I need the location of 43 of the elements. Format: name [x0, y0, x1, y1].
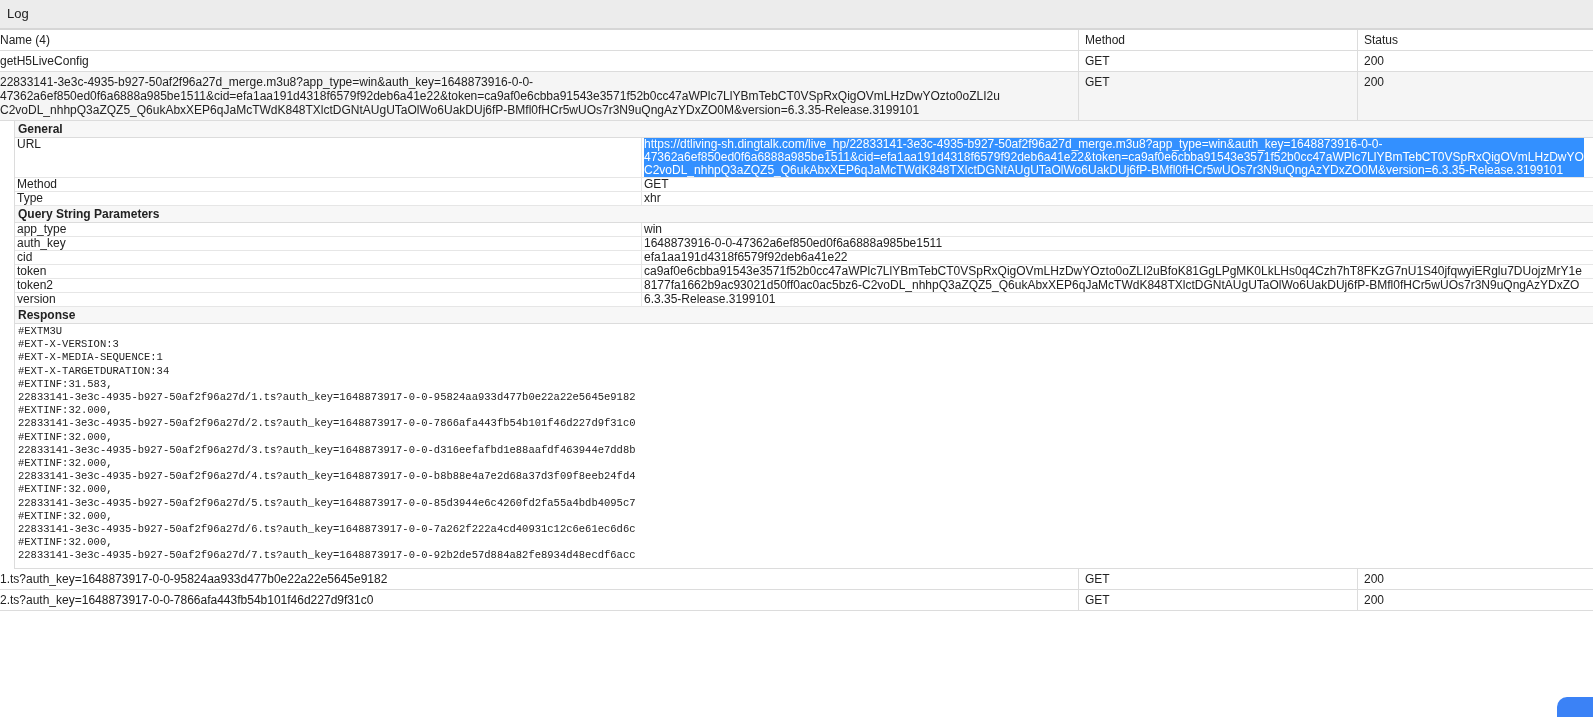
response-body: #EXTM3U #EXT-X-VERSION:3 #EXT-X-MEDIA-SEQUENCE:1 #EXT-X-TARGETDURATION:34 #EXTINF:31.583, 22833141-3e3c-4935-b927-50af2f96a27d/1.ts?auth_key=1648873917-0-0-95824aa933d477b0e22a22e5645e9182 #EXTINF:32.000, 22833141-3e3c-4935-b927-50af2f96a27d/2.ts?auth_key=1648873917-0-0-7866afa443fb54b101f46d227d9f31c0 #EXTINF:32.000, 22833141-3e3c-4935-b927-50af2f96a27d/3.ts?auth_key=1648873917-0-0-d316eefafbd1e88aafdf463944e7dd8b #EXTINF:32.000, 22833141-3e3c-4935-b927-50af2f96a27d/4.ts?auth_key=1648873917-0-0-b8b88e4a7e2d68a37d3f09f8eeb24fd4 #EXTINF:32.000, 22833141-3e3c-4935-b927-50af2f96a27d/5.ts?auth_key=1648873917-0-0-85d3944e6c4260fd2fa55a4bdb4095c7 #EXTINF:32.000, 22833141-3e3c-4935-b927-50af2f96a27d/6.ts?auth_key=1648873917-0-0-7a262f222a4cd40931c12c6e61ec6d6c #EXTINF:32.000, 22833141-3e3c-4935-b927-50af2f96a27d/7.ts?auth_key=1648873917-0-0-92b2de57d884a82fe8934d48ecdf6acc	[15, 324, 1593, 569]
status-code: 200	[1364, 572, 1385, 586]
status-code: 200	[1364, 54, 1385, 68]
request-method: GET	[1085, 75, 1110, 89]
field-value: 8177fa1662b9ac93021d50ff0ac0ac5bz6-C2voDL_nhhpQ3aZQZ5_Q6ukAbxXEP6qJaMcTWdK848TXlctDGNtAUgUTaOlWo6UakDUj6fP-BMfl0fHCr5wUOs7r3N9uQngAzYDxZO	[644, 279, 1580, 292]
field-label: Type	[16, 192, 44, 205]
request-name: 22833141-3e3c-4935-b927-50af2f96a27d_merge.m3u8?app_type=win&auth_key=1648873916-0-0-	[0, 75, 535, 89]
status-code: 200	[1364, 593, 1385, 607]
field-label: app_type	[16, 223, 68, 236]
floating-button[interactable]	[1557, 697, 1593, 717]
field-value: efa1aa191d4318f6579f92deb6a41e22	[644, 251, 848, 264]
panel-title: Log	[7, 5, 29, 24]
field-label: URL	[16, 138, 42, 153]
request-name: 1.ts?auth_key=1648873917-0-0-95824aa933d477b0e22a22e5645e9182	[0, 572, 389, 586]
request-method: GET	[1085, 54, 1110, 68]
request-name: C2voDL_nhhpQ3aZQZ5_Q6ukAbxXEP6qJaMcTWdK848TXlctDGNtAUgUTaOlWo6UakDUj6fP-BMfl0fHCr5wUOs7r3N9uQngAzYDxZO0M&version=6.3.35-Release.3199101	[0, 103, 921, 117]
field-label: Method	[16, 178, 59, 191]
section-heading: General	[15, 121, 1593, 138]
field-label: auth_key	[16, 237, 67, 250]
table-row[interactable]: 1.ts?auth_key=1648873917-0-0-95824aa933d477b0e22a22e5645e9182 GET 200	[0, 569, 1593, 590]
field-value: https://dtliving-sh.dingtalk.com/live_hp/22833141-3e3c-4935-b927-50af2f96a27d_merge.m3u8?app_type=win&auth_key=1648873916-0-0- 47362a6ef850ed0f6a6888a985be1511&cid=efa1aa191d4318f6579f92deb6a41e22&token=ca9af0e6cbba91543e3571f52b0cc47aWPlc7LlYBmTebCT0VSpRxQigOVmLHzDwYO C2voDL_nhhpQ3aZQZ5_Q6ukAbxXEP6qJaMcTWdK848TXlctDGNtAUgUTaOlWo6UakDUj6fP-BMfl0fHCr5wUOs7r3N9uQngAzYDxZO0M&version=6.3.35-Release.3199101	[644, 138, 1584, 177]
request-name: 47362a6ef850ed0f6a6888a985be1511&cid=efa1aa191d4318f6579f92deb6a41e22&token=ca9af0e6cbba91543e3571f52b0cc47aWPlc7LlYBmTebCT0VSpRxQigOVmLHzDwYOzto0oZLI2u	[0, 89, 1001, 103]
field-label: token	[16, 265, 48, 278]
field-value: win	[644, 223, 662, 236]
section-heading: Response	[15, 307, 1593, 324]
request-name: 2.ts?auth_key=1648873917-0-0-7866afa443fb54b101f46d227d9f31c0	[0, 593, 375, 607]
request-method: GET	[1085, 572, 1110, 586]
field-value: xhr	[644, 192, 661, 205]
section-heading: Query String Parameters	[15, 206, 1593, 223]
field-value: GET	[644, 178, 669, 191]
column-header[interactable]: Name (4)	[0, 30, 1078, 50]
table-row[interactable]: 2.ts?auth_key=1648873917-0-0-7866afa443fb54b101f46d227d9f31c0 GET 200	[0, 590, 1593, 611]
field-label: version	[16, 293, 57, 306]
status-code: 200	[1364, 75, 1385, 89]
field-value: 6.3.35-Release.3199101	[644, 293, 776, 306]
field-value: 1648873916-0-0-47362a6ef850ed0f6a6888a985be1511	[644, 237, 943, 250]
request-name: getH5LiveConfig	[0, 54, 90, 68]
column-header[interactable]: Method	[1078, 30, 1357, 50]
field-value: ca9af0e6cbba91543e3571f52b0cc47aWPlc7LlYBmTebCT0VSpRxQigOVmLHzDwYOzto0oZLI2uBfoK81GgLPgMK0LkLHs0q4Czh7hT8FKzG7nU1S40jfqwyiERglu7DUojzMrY1e	[644, 265, 1582, 278]
field-label: token2	[16, 279, 55, 292]
request-method: GET	[1085, 593, 1110, 607]
column-header[interactable]: Status	[1357, 30, 1593, 50]
field-label: cid	[16, 251, 34, 264]
